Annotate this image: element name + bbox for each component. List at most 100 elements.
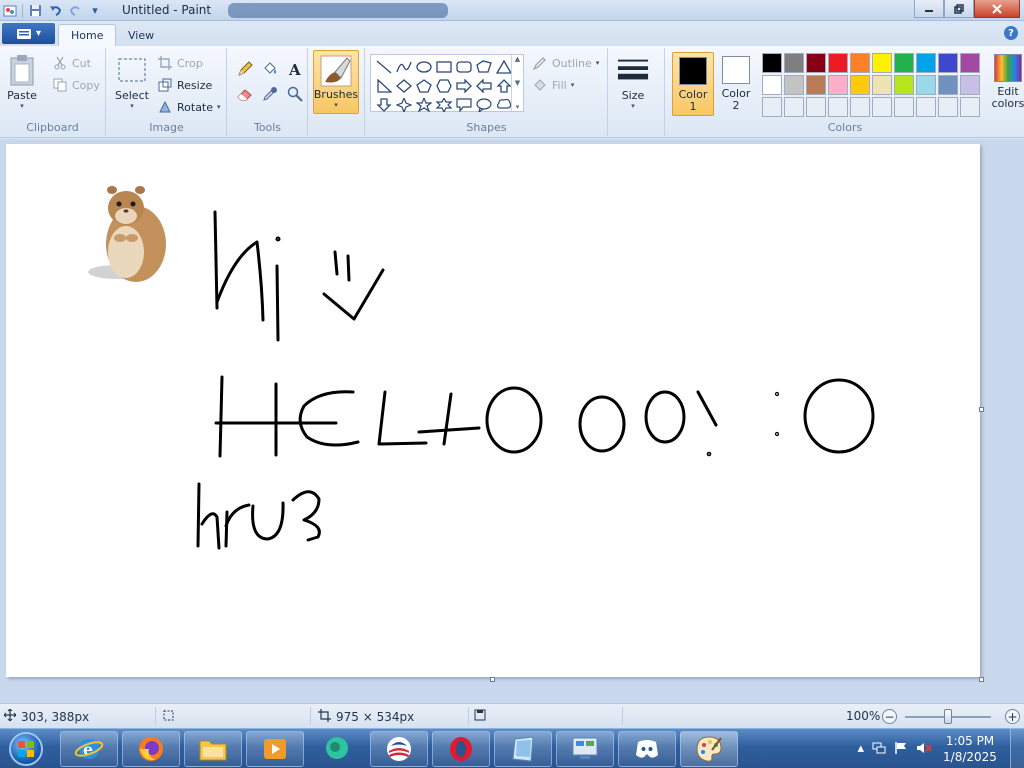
taskbar-clock[interactable]: 1:05 PM 1/8/2025 — [940, 733, 1000, 765]
expand-gallery-icon[interactable]: ▾ — [516, 103, 520, 111]
eraser-icon[interactable] — [234, 83, 256, 105]
five-point-star-shape-icon[interactable] — [414, 95, 434, 114]
palette-swatch-r2-c1[interactable] — [762, 75, 782, 95]
line-shape-icon[interactable] — [374, 57, 394, 76]
right-triangle-shape-icon[interactable] — [374, 76, 394, 95]
palette-swatch-r1-c9[interactable] — [938, 53, 958, 73]
taskbar-paint[interactable] — [680, 731, 738, 767]
scroll-down-icon[interactable]: ▼ — [515, 79, 520, 87]
size-button[interactable]: Size ▾ — [617, 54, 649, 110]
down-arrow-shape-icon[interactable] — [374, 95, 394, 114]
four-point-star-shape-icon[interactable] — [394, 95, 414, 114]
oval-shape-icon[interactable] — [414, 57, 434, 76]
palette-swatch-r2-c9[interactable] — [938, 75, 958, 95]
taskbar-control-panel[interactable] — [556, 731, 614, 767]
start-button[interactable] — [4, 730, 48, 768]
zoom-in-button[interactable]: + — [1005, 709, 1020, 724]
palette-swatch-r3-c4[interactable] — [828, 97, 848, 117]
palette-swatch-r2-c6[interactable] — [872, 75, 892, 95]
brushes-button[interactable]: Brushes ▾ — [313, 50, 359, 114]
palette-swatch-r1-c5[interactable] — [850, 53, 870, 73]
scroll-up-icon[interactable]: ▲ — [515, 55, 520, 63]
palette-swatch-r3-c9[interactable] — [938, 97, 958, 117]
zoom-out-button[interactable]: − — [882, 709, 897, 724]
palette-swatch-r3-c8[interactable] — [916, 97, 936, 117]
action-center-flag-icon[interactable] — [894, 741, 908, 759]
palette-swatch-r1-c7[interactable] — [894, 53, 914, 73]
rectangle-shape-icon[interactable] — [434, 57, 454, 76]
copy-button[interactable]: Copy — [52, 76, 100, 94]
save-icon[interactable] — [27, 3, 43, 19]
zoom-slider-thumb[interactable] — [944, 709, 952, 724]
palette-swatch-r3-c1[interactable] — [762, 97, 782, 117]
palette-swatch-r3-c5[interactable] — [850, 97, 870, 117]
tab-home[interactable]: Home — [58, 24, 117, 46]
taskbar-firefox[interactable] — [122, 731, 180, 767]
fill-bucket-icon[interactable] — [259, 58, 281, 80]
restore-button[interactable] — [944, 0, 974, 18]
show-hidden-icons-icon[interactable]: ▴ — [857, 741, 864, 759]
palette-swatch-r2-c4[interactable] — [828, 75, 848, 95]
show-desktop-button[interactable] — [1010, 729, 1024, 768]
six-point-star-shape-icon[interactable] — [434, 95, 454, 114]
edit-colors-button[interactable]: Edit colors — [988, 54, 1024, 110]
palette-swatch-r2-c3[interactable] — [806, 75, 826, 95]
palette-swatch-r2-c8[interactable] — [916, 75, 936, 95]
palette-swatch-r1-c6[interactable] — [872, 53, 892, 73]
taskbar-documents[interactable] — [494, 731, 552, 767]
taskbar-file-explorer[interactable] — [184, 731, 242, 767]
pencil-icon[interactable] — [234, 58, 256, 80]
palette-swatch-r3-c3[interactable] — [806, 97, 826, 117]
paint-app-icon[interactable] — [2, 3, 18, 19]
minimize-button[interactable] — [914, 0, 944, 18]
palette-swatch-r2-c10[interactable] — [960, 75, 980, 95]
palette-swatch-r1-c2[interactable] — [784, 53, 804, 73]
taskbar-campaign-app[interactable] — [370, 731, 428, 767]
color2-button[interactable]: Color 2 — [716, 52, 756, 116]
oval-callout-shape-icon[interactable] — [474, 95, 494, 114]
shapes-scrollbar[interactable]: ▲ ▼ ▾ — [511, 55, 523, 111]
volume-muted-icon[interactable] — [916, 741, 932, 759]
color-picker-icon[interactable] — [259, 83, 281, 105]
paste-button[interactable]: Paste ▾ — [6, 54, 38, 110]
rounded-rectangle-shape-icon[interactable] — [454, 57, 474, 76]
taskbar-media-player[interactable] — [246, 731, 304, 767]
resize-button[interactable]: Resize — [157, 76, 212, 94]
crop-button[interactable]: Crop — [157, 54, 203, 72]
diamond-shape-icon[interactable] — [394, 76, 414, 95]
resize-handle-bottom[interactable] — [490, 677, 495, 682]
outline-button[interactable]: Outline ▾ — [532, 54, 599, 72]
help-icon[interactable]: ? — [1004, 26, 1018, 40]
left-arrow-shape-icon[interactable] — [474, 76, 494, 95]
hexagon-shape-icon[interactable] — [434, 76, 454, 95]
fill-button[interactable]: Fill ▾ — [532, 76, 574, 94]
drawing-canvas[interactable] — [6, 144, 980, 677]
palette-swatch-r2-c7[interactable] — [894, 75, 914, 95]
color1-button[interactable]: Color 1 — [672, 52, 714, 116]
taskbar-opera[interactable] — [432, 731, 490, 767]
network-icon[interactable] — [872, 741, 886, 759]
palette-swatch-r1-c8[interactable] — [916, 53, 936, 73]
polygon-shape-icon[interactable] — [474, 57, 494, 76]
palette-swatch-r3-c10[interactable] — [960, 97, 980, 117]
rotate-button[interactable]: Rotate ▾ — [157, 98, 221, 116]
palette-swatch-r1-c10[interactable] — [960, 53, 980, 73]
palette-swatch-r2-c2[interactable] — [784, 75, 804, 95]
redo-icon[interactable] — [67, 3, 83, 19]
paint-menu-button[interactable]: ▾ — [2, 23, 55, 44]
select-button[interactable]: Select ▾ — [115, 54, 149, 110]
undo-icon[interactable] — [47, 3, 63, 19]
taskbar-messenger[interactable] — [308, 731, 366, 767]
close-button[interactable] — [974, 0, 1020, 18]
taskbar-internet-explorer[interactable]: e — [60, 731, 118, 767]
text-tool-icon[interactable]: A — [284, 58, 306, 80]
right-arrow-shape-icon[interactable] — [454, 76, 474, 95]
pentagon-shape-icon[interactable] — [414, 76, 434, 95]
palette-swatch-r3-c2[interactable] — [784, 97, 804, 117]
palette-swatch-r1-c3[interactable] — [806, 53, 826, 73]
resize-handle-corner[interactable] — [979, 677, 984, 682]
palette-swatch-r3-c7[interactable] — [894, 97, 914, 117]
taskbar-discord[interactable] — [618, 731, 676, 767]
tab-view[interactable]: View — [116, 24, 166, 46]
customize-qat-icon[interactable]: ▾ — [87, 3, 103, 19]
